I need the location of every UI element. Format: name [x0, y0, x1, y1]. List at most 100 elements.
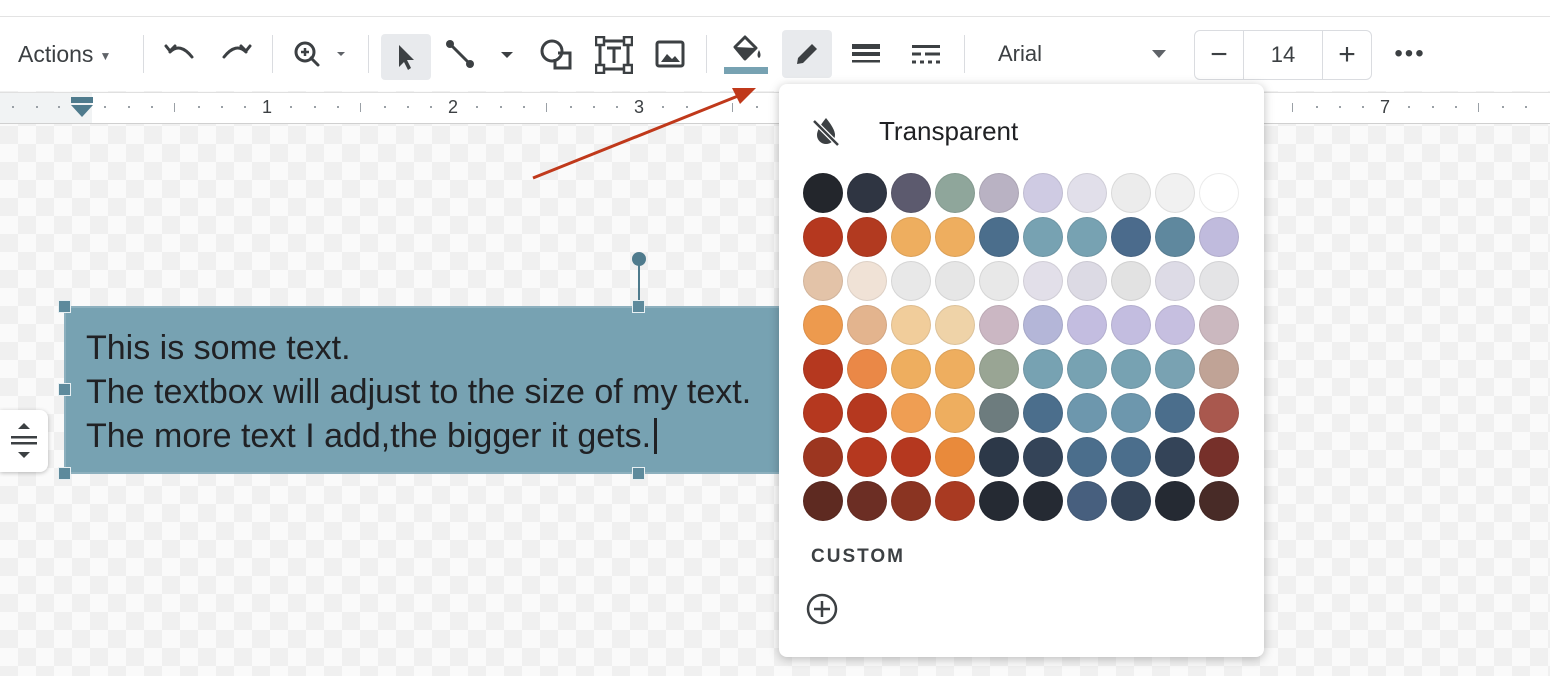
- text-box-content[interactable]: This is some text. The textbox will adju…: [86, 326, 751, 458]
- color-swatch[interactable]: [847, 305, 887, 345]
- color-swatch[interactable]: [891, 261, 931, 301]
- image-button[interactable]: [652, 37, 688, 71]
- color-swatch[interactable]: [1111, 261, 1151, 301]
- rotation-handle[interactable]: [632, 252, 646, 266]
- resize-handle-top[interactable]: [632, 300, 645, 313]
- color-swatch[interactable]: [1111, 173, 1151, 213]
- color-swatch[interactable]: [847, 437, 887, 477]
- color-swatch[interactable]: [935, 217, 975, 257]
- color-swatch[interactable]: [935, 481, 975, 521]
- color-swatch[interactable]: [979, 305, 1019, 345]
- border-weight-button[interactable]: [846, 37, 886, 71]
- color-swatch[interactable]: [1199, 261, 1239, 301]
- color-swatch[interactable]: [1111, 305, 1151, 345]
- color-swatch[interactable]: [803, 481, 843, 521]
- color-swatch[interactable]: [935, 305, 975, 345]
- color-swatch[interactable]: [979, 217, 1019, 257]
- color-swatch[interactable]: [1155, 217, 1195, 257]
- text-box[interactable]: This is some text. The textbox will adju…: [64, 306, 824, 474]
- color-swatch[interactable]: [1067, 349, 1107, 389]
- resize-handle-left[interactable]: [58, 383, 71, 396]
- color-swatch[interactable]: [935, 261, 975, 301]
- color-swatch[interactable]: [979, 393, 1019, 433]
- add-custom-color-button[interactable]: [805, 592, 839, 631]
- color-swatch[interactable]: [1199, 437, 1239, 477]
- text-box-button[interactable]: [594, 35, 634, 75]
- color-swatch[interactable]: [1023, 261, 1063, 301]
- color-swatch[interactable]: [1023, 393, 1063, 433]
- color-swatch[interactable]: [1111, 217, 1151, 257]
- font-size-value[interactable]: 14: [1243, 31, 1323, 79]
- color-swatch[interactable]: [891, 305, 931, 345]
- color-swatch[interactable]: [847, 349, 887, 389]
- resize-handle-bottom[interactable]: [632, 467, 645, 480]
- color-swatch[interactable]: [891, 217, 931, 257]
- color-swatch[interactable]: [1199, 393, 1239, 433]
- color-swatch[interactable]: [803, 349, 843, 389]
- color-swatch[interactable]: [935, 349, 975, 389]
- color-swatch[interactable]: [847, 393, 887, 433]
- color-swatch[interactable]: [1155, 437, 1195, 477]
- color-swatch[interactable]: [1111, 481, 1151, 521]
- color-swatch[interactable]: [1155, 261, 1195, 301]
- border-dash-button[interactable]: [906, 37, 946, 71]
- color-swatch[interactable]: [1199, 481, 1239, 521]
- color-swatch[interactable]: [1155, 481, 1195, 521]
- line-tool-button[interactable]: [443, 37, 523, 71]
- color-swatch[interactable]: [891, 393, 931, 433]
- increase-font-size-button[interactable]: +: [1323, 31, 1371, 79]
- decrease-font-size-button[interactable]: −: [1195, 31, 1243, 79]
- color-swatch[interactable]: [847, 173, 887, 213]
- color-swatch[interactable]: [979, 481, 1019, 521]
- color-swatch[interactable]: [1155, 173, 1195, 213]
- color-swatch[interactable]: [1111, 393, 1151, 433]
- color-swatch[interactable]: [1199, 349, 1239, 389]
- color-swatch[interactable]: [1155, 349, 1195, 389]
- color-swatch[interactable]: [1023, 349, 1063, 389]
- color-swatch[interactable]: [847, 261, 887, 301]
- color-swatch[interactable]: [1023, 481, 1063, 521]
- color-swatch[interactable]: [847, 481, 887, 521]
- resize-handle-bottom-left[interactable]: [58, 467, 71, 480]
- color-swatch[interactable]: [1155, 393, 1195, 433]
- color-swatch[interactable]: [1023, 217, 1063, 257]
- color-swatch[interactable]: [803, 393, 843, 433]
- color-swatch[interactable]: [1155, 305, 1195, 345]
- color-swatch[interactable]: [1067, 437, 1107, 477]
- color-swatch[interactable]: [979, 261, 1019, 301]
- color-swatch[interactable]: [803, 173, 843, 213]
- undo-button[interactable]: [162, 39, 198, 69]
- redo-button[interactable]: [218, 39, 254, 69]
- zoom-button[interactable]: [290, 37, 352, 71]
- color-swatch[interactable]: [803, 261, 843, 301]
- color-swatch[interactable]: [1067, 481, 1107, 521]
- color-swatch[interactable]: [1067, 217, 1107, 257]
- color-swatch[interactable]: [891, 173, 931, 213]
- color-swatch[interactable]: [935, 173, 975, 213]
- color-swatch[interactable]: [891, 481, 931, 521]
- select-tool-button[interactable]: [381, 34, 431, 80]
- color-swatch[interactable]: [891, 349, 931, 389]
- shape-tool-button[interactable]: [536, 37, 576, 71]
- vertical-align-button[interactable]: [0, 410, 48, 472]
- indent-marker-icon[interactable]: [70, 97, 94, 119]
- color-swatch[interactable]: [1199, 217, 1239, 257]
- color-swatch[interactable]: [1111, 349, 1151, 389]
- color-swatch[interactable]: [803, 437, 843, 477]
- color-swatch[interactable]: [1023, 305, 1063, 345]
- transparent-option[interactable]: Transparent: [809, 114, 1018, 148]
- fill-color-button[interactable]: [722, 31, 770, 77]
- color-swatch[interactable]: [803, 217, 843, 257]
- more-options-button[interactable]: •••: [1392, 39, 1428, 69]
- color-swatch[interactable]: [1067, 393, 1107, 433]
- color-swatch[interactable]: [1067, 261, 1107, 301]
- color-swatch[interactable]: [803, 305, 843, 345]
- color-swatch[interactable]: [1111, 437, 1151, 477]
- color-swatch[interactable]: [1023, 173, 1063, 213]
- color-swatch[interactable]: [891, 437, 931, 477]
- color-swatch[interactable]: [935, 393, 975, 433]
- color-swatch[interactable]: [979, 437, 1019, 477]
- resize-handle-top-left[interactable]: [58, 300, 71, 313]
- color-swatch[interactable]: [847, 217, 887, 257]
- color-swatch[interactable]: [979, 173, 1019, 213]
